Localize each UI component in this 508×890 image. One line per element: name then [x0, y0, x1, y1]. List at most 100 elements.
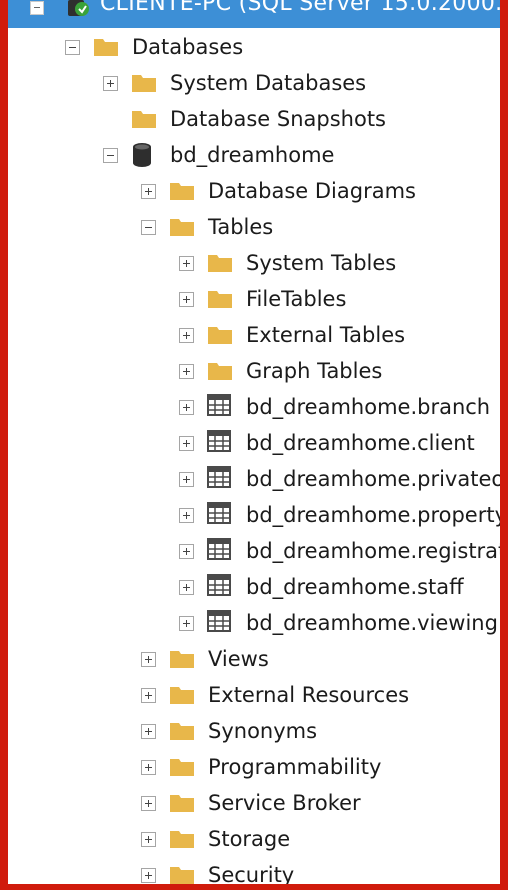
tree-node-synonyms[interactable]: Synonyms — [8, 713, 500, 749]
tree-node-filetables[interactable]: FileTables — [8, 281, 500, 317]
tree-node-label: Database Diagrams — [208, 179, 416, 203]
tree-node-label: System Databases — [170, 71, 367, 95]
expand-icon[interactable] — [179, 436, 194, 451]
folder-icon — [169, 647, 195, 669]
tree-node-label: Graph Tables — [246, 359, 383, 383]
expand-icon[interactable] — [179, 472, 194, 487]
tree-node-label: bd_dreamhome.client — [246, 431, 475, 455]
tree-node-tables[interactable]: Tables — [8, 209, 500, 245]
folder-icon — [169, 791, 195, 813]
folder-icon — [169, 863, 195, 884]
server-collapse-icon[interactable] — [30, 1, 44, 15]
table-icon — [207, 394, 234, 418]
folder-icon — [169, 719, 195, 741]
tree-node-graph-tables[interactable]: Graph Tables — [8, 353, 500, 389]
tree-node-table-privateowner[interactable]: bd_dreamhome.privateo — [8, 461, 500, 497]
tree-node-label: Storage — [208, 827, 291, 851]
tree-node-database-diagrams[interactable]: Database Diagrams — [8, 173, 500, 209]
expand-icon[interactable] — [141, 184, 156, 199]
tree-node-external-resources[interactable]: External Resources — [8, 677, 500, 713]
tree-node-label: bd_dreamhome.registrat — [246, 539, 500, 563]
expand-icon[interactable] — [179, 292, 194, 307]
table-icon — [207, 430, 234, 454]
tree-node-label: Databases — [132, 35, 244, 59]
tree-node-service-broker[interactable]: Service Broker — [8, 785, 500, 821]
tree-node-system-databases[interactable]: System Databases — [8, 65, 500, 101]
expand-icon[interactable] — [179, 364, 194, 379]
tree-node-databases[interactable]: Databases — [8, 29, 500, 65]
expand-icon[interactable] — [141, 688, 156, 703]
tree-node-table-client[interactable]: bd_dreamhome.client — [8, 425, 500, 461]
tree-node-label: bd_dreamhome.property — [246, 503, 500, 527]
server-icon — [68, 0, 89, 16]
tree-node-label: Service Broker — [208, 791, 361, 815]
folder-icon — [93, 35, 119, 57]
expand-icon[interactable] — [141, 832, 156, 847]
expand-icon[interactable] — [179, 616, 194, 631]
tree-node-label: Database Snapshots — [170, 107, 386, 131]
tree-node-label: Tables — [208, 215, 274, 239]
table-icon — [207, 574, 234, 598]
folder-icon — [169, 215, 195, 237]
folder-icon — [169, 683, 195, 705]
tree-node-label: bd_dreamhome — [170, 143, 335, 167]
collapse-icon[interactable] — [65, 40, 80, 55]
tree-node-label: Synonyms — [208, 719, 318, 743]
tree-node-label: External Resources — [208, 683, 410, 707]
expand-icon[interactable] — [179, 580, 194, 595]
tree-node-label: bd_dreamhome.privateo — [246, 467, 500, 491]
expand-icon[interactable] — [179, 508, 194, 523]
tree-node-views[interactable]: Views — [8, 641, 500, 677]
tree-node-table-property[interactable]: bd_dreamhome.property — [8, 497, 500, 533]
expand-icon[interactable] — [179, 400, 194, 415]
server-node[interactable]: CLIENTE-PC (SQL Server 15.0.2000.5 - C — [8, 0, 500, 28]
tree-node-label: Security — [208, 863, 295, 884]
object-explorer-panel: CLIENTE-PC (SQL Server 15.0.2000.5 - C D… — [8, 0, 500, 884]
expand-icon[interactable] — [141, 652, 156, 667]
tree-node-label: System Tables — [246, 251, 397, 275]
folder-icon — [207, 359, 233, 381]
tree-node-bd-dreamhome[interactable]: bd_dreamhome — [8, 137, 500, 173]
tree-node-storage[interactable]: Storage — [8, 821, 500, 857]
database-icon — [131, 142, 158, 167]
tree-node-programmability[interactable]: Programmability — [8, 749, 500, 785]
tree-node-table-branch[interactable]: bd_dreamhome.branch — [8, 389, 500, 425]
expand-icon[interactable] — [179, 544, 194, 559]
tree-node-database-snapshots[interactable]: Database Snapshots — [8, 101, 500, 137]
tree-node-label: FileTables — [246, 287, 347, 311]
folder-icon — [207, 251, 233, 273]
tree-node-label: bd_dreamhome.viewing — [246, 611, 498, 635]
expand-icon[interactable] — [141, 868, 156, 883]
expand-icon[interactable] — [179, 256, 194, 271]
tree-node-system-tables[interactable]: System Tables — [8, 245, 500, 281]
tree-node-table-registration[interactable]: bd_dreamhome.registrat — [8, 533, 500, 569]
table-icon — [207, 610, 234, 634]
expand-icon[interactable] — [141, 724, 156, 739]
server-node-label: CLIENTE-PC (SQL Server 15.0.2000.5 - C — [100, 0, 500, 16]
tree-node-label: bd_dreamhome.branch — [246, 395, 491, 419]
table-icon — [207, 538, 234, 562]
tree-node-security[interactable]: Security — [8, 857, 500, 884]
expand-icon[interactable] — [141, 796, 156, 811]
tree-node-label: Programmability — [208, 755, 382, 779]
tree-node-external-tables[interactable]: External Tables — [8, 317, 500, 353]
expand-icon[interactable] — [179, 328, 194, 343]
expand-icon[interactable] — [103, 76, 118, 91]
folder-icon — [207, 323, 233, 345]
table-icon — [207, 502, 234, 526]
tree-node-label: External Tables — [246, 323, 406, 347]
collapse-icon[interactable] — [141, 220, 156, 235]
folder-icon — [131, 71, 157, 93]
tree-node-label: Views — [208, 647, 269, 671]
folder-icon — [169, 827, 195, 849]
collapse-icon[interactable] — [103, 148, 118, 163]
tree-node-table-viewing[interactable]: bd_dreamhome.viewing — [8, 605, 500, 641]
tree-node-table-staff[interactable]: bd_dreamhome.staff — [8, 569, 500, 605]
tree-node-label: bd_dreamhome.staff — [246, 575, 464, 599]
folder-icon — [169, 755, 195, 777]
folder-icon — [207, 287, 233, 309]
folder-icon — [169, 179, 195, 201]
folder-icon — [131, 107, 157, 129]
table-icon — [207, 466, 234, 490]
expand-icon[interactable] — [141, 760, 156, 775]
